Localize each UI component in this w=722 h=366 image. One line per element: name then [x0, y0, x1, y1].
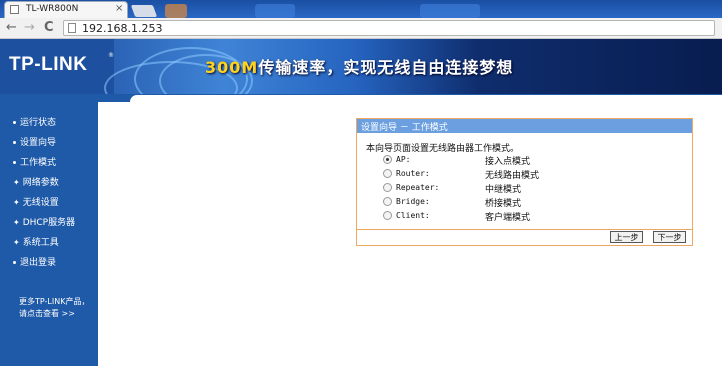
radio-bridge[interactable] [383, 197, 392, 206]
sidebar-item-wireless[interactable]: ✦ 无线设置 [13, 195, 59, 208]
wizard-panel: 设置向导 － 工作模式 本向导页面设置无线路由器工作模式。 AP: 接入点模式 … [356, 118, 693, 246]
expand-icon: ✦ [13, 198, 20, 207]
address-bar[interactable]: 192.168.1.253 [63, 20, 715, 36]
panel-title: 设置向导 － 工作模式 [361, 123, 448, 133]
close-tab-icon[interactable]: × [115, 3, 123, 14]
browser-tab[interactable]: TL-WR800N × [4, 1, 128, 18]
tabstrip-decoration [165, 4, 187, 18]
sidebar-item-network[interactable]: ✦ 网络参数 [13, 175, 59, 188]
forward-button[interactable]: → [24, 20, 35, 35]
tabstrip-decoration [420, 4, 480, 18]
new-tab-button[interactable] [130, 5, 158, 17]
bullet-icon [13, 161, 16, 164]
option-label: 接入点模式 [485, 157, 531, 167]
option-key: Repeater: [396, 183, 440, 192]
expand-icon: ✦ [13, 238, 20, 247]
url-text[interactable]: 192.168.1.253 [82, 22, 162, 35]
radio-client[interactable] [383, 211, 392, 220]
next-button[interactable]: 下一步 [653, 231, 686, 243]
sidebar-item-wizard[interactable]: 设置向导 [13, 135, 56, 148]
sidebar: 运行状态 设置向导 工作模式 ✦ 网络参数 ✦ 无线设置 ✦ DHCP服务器 ✦ 系统工… [0, 102, 98, 366]
more-line-1: 更多TP-LINK产品， [19, 297, 90, 306]
sidebar-item-dhcp[interactable]: ✦ DHCP服务器 [13, 215, 75, 228]
browser-tabstrip: TL-WR800N × [0, 0, 722, 18]
radio-router[interactable] [383, 169, 392, 178]
option-label: 无线路由模式 [485, 171, 540, 181]
more-line-2[interactable]: 请点击查看 >> [19, 308, 89, 320]
tab-title: TL-WR800N [26, 4, 79, 14]
expand-icon: ✦ [13, 178, 20, 187]
bullet-icon [13, 141, 16, 144]
radio-ap[interactable] [383, 155, 392, 164]
bullet-icon [13, 121, 16, 124]
more-products-link[interactable]: 更多TP-LINK产品， 请点击查看 >> [19, 296, 89, 320]
content-curve [130, 95, 722, 102]
option-label: 中继模式 [485, 185, 522, 195]
prev-button[interactable]: 上一步 [610, 231, 643, 243]
router-banner: TP-LINK ® 300M传输速率，实现无线自由连接梦想 [0, 39, 722, 94]
panel-description: 本向导页面设置无线路由器工作模式。 [366, 144, 520, 154]
bullet-icon [13, 261, 16, 264]
option-key: Bridge: [396, 197, 430, 206]
radio-repeater[interactable] [383, 183, 392, 192]
tp-link-logo: TP-LINK ® [0, 39, 114, 94]
banner-slogan: 300M传输速率，实现无线自由连接梦想 [205, 58, 514, 77]
sidebar-item-logout[interactable]: 退出登录 [13, 255, 56, 268]
back-button[interactable]: ← [6, 20, 17, 35]
page-icon [68, 23, 76, 33]
option-key: Router: [396, 169, 430, 178]
sidebar-item-status[interactable]: 运行状态 [13, 115, 56, 128]
browser-toolbar: ← → C 192.168.1.253 [0, 18, 722, 39]
page-icon [10, 5, 19, 14]
sidebar-item-system-tools[interactable]: ✦ 系统工具 [13, 235, 59, 248]
panel-header: 设置向导 － 工作模式 [357, 119, 692, 133]
expand-icon: ✦ [13, 218, 20, 227]
sidebar-item-work-mode[interactable]: 工作模式 [13, 155, 56, 168]
option-label: 客户端模式 [485, 213, 531, 223]
option-key: Client: [396, 211, 430, 220]
option-label: 桥接模式 [485, 199, 522, 209]
reload-button[interactable]: C [44, 20, 54, 35]
option-key: AP: [396, 155, 411, 164]
tabstrip-decoration [255, 4, 295, 18]
logo-text: TP-LINK [9, 54, 88, 75]
